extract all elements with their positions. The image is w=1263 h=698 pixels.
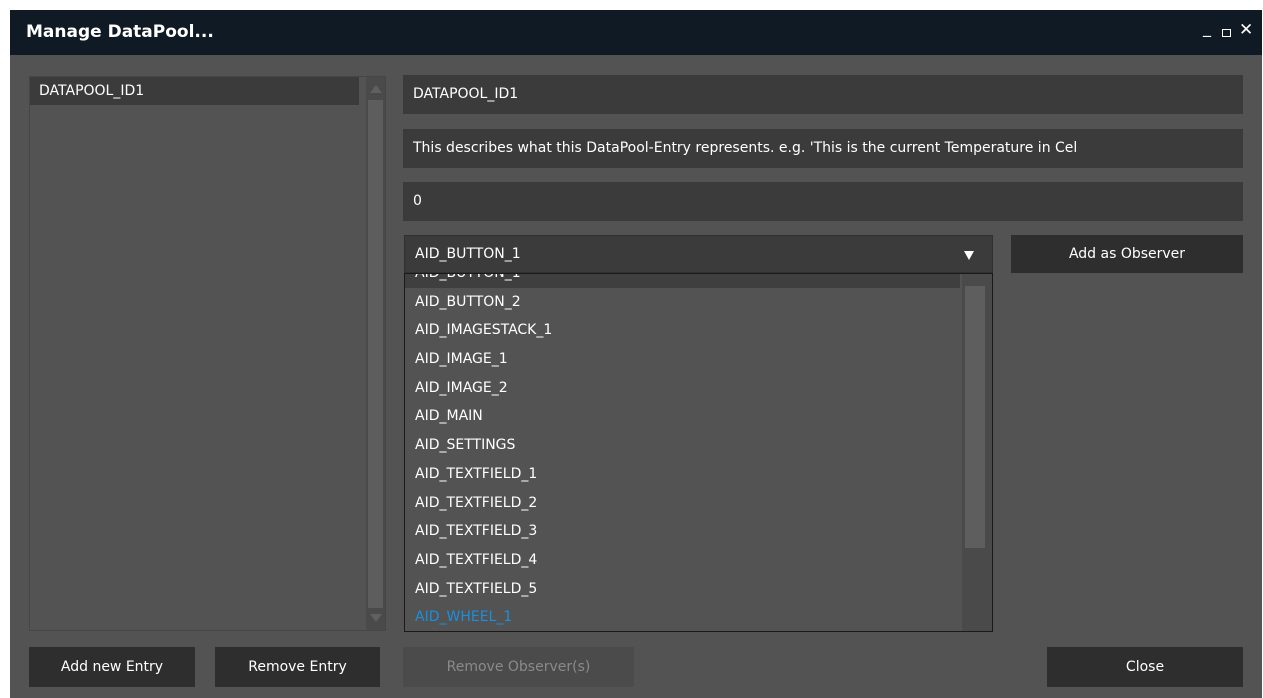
close-icon[interactable]: ✕: [1239, 20, 1253, 40]
entry-id-field[interactable]: DATAPOOL_ID1: [403, 75, 1243, 114]
remove-entry-button[interactable]: Remove Entry: [215, 647, 380, 687]
list-item[interactable]: AID_TEXTFIELD_1: [405, 460, 960, 489]
list-item[interactable]: AID_MAIN: [405, 402, 960, 431]
title-bar[interactable]: Manage DataPool... _ ✕: [10, 10, 1262, 55]
scroll-down-icon[interactable]: [370, 614, 382, 622]
observer-select-value: AID_BUTTON_1: [415, 246, 521, 262]
list-item[interactable]: AID_BUTTON_2: [405, 288, 960, 317]
list-item-highlighted[interactable]: AID_WHEEL_1: [405, 603, 960, 631]
dialog-title: Manage DataPool...: [26, 22, 214, 42]
dropdown-items: AID_BUTTON_1 AID_BUTTON_2 AID_IMAGESTACK…: [405, 274, 960, 631]
minimize-icon[interactable]: _: [1203, 18, 1211, 37]
list-item[interactable]: DATAPOOL_ID1: [30, 77, 359, 105]
list-item[interactable]: AID_IMAGESTACK_1: [405, 316, 960, 345]
remove-observers-button[interactable]: Remove Observer(s): [403, 647, 634, 687]
entry-description-field[interactable]: This describes what this DataPool-Entry …: [403, 129, 1243, 168]
dropdown-scrollbar[interactable]: [962, 274, 992, 631]
scroll-up-icon[interactable]: [370, 85, 382, 93]
list-item[interactable]: AID_TEXTFIELD_4: [405, 546, 960, 575]
scrollbar-thumb[interactable]: [368, 100, 383, 608]
entry-list-scrollbar[interactable]: [366, 77, 385, 630]
list-item[interactable]: AID_IMAGE_2: [405, 374, 960, 403]
close-button[interactable]: Close: [1047, 647, 1243, 687]
list-item[interactable]: AID_IMAGE_1: [405, 345, 960, 374]
entry-value-field[interactable]: 0: [403, 182, 1243, 221]
list-item[interactable]: AID_TEXTFIELD_2: [405, 489, 960, 518]
observer-dropdown-list[interactable]: AID_BUTTON_1 AID_BUTTON_2 AID_IMAGESTACK…: [404, 273, 993, 632]
add-new-entry-button[interactable]: Add new Entry: [29, 647, 195, 687]
dropdown-arrow-icon[interactable]: [964, 251, 974, 260]
add-as-observer-button[interactable]: Add as Observer: [1011, 235, 1243, 273]
list-item[interactable]: AID_TEXTFIELD_5: [405, 575, 960, 604]
list-item[interactable]: AID_SETTINGS: [405, 431, 960, 460]
dropdown-scrollbar-thumb[interactable]: [965, 286, 985, 548]
observer-select[interactable]: AID_BUTTON_1: [404, 235, 993, 273]
manage-datapool-dialog: Manage DataPool... _ ✕ DATAPOOL_ID1 DATA…: [10, 10, 1262, 698]
datapool-entry-list[interactable]: DATAPOOL_ID1: [29, 76, 386, 631]
list-item[interactable]: AID_TEXTFIELD_3: [405, 517, 960, 546]
maximize-icon[interactable]: [1222, 29, 1231, 37]
list-item[interactable]: AID_BUTTON_1: [405, 274, 960, 288]
